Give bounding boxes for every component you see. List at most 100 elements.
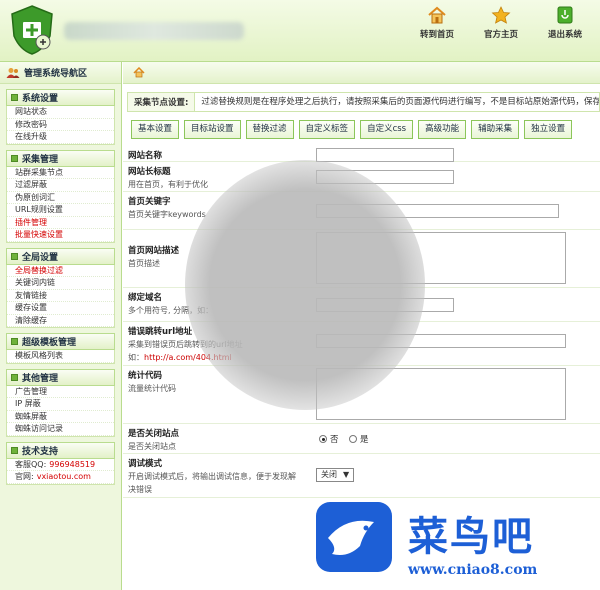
sidebar-group-header[interactable]: 系统设置 [6,89,115,106]
watermark-url: www.cniao8.com [408,562,538,578]
tab-1[interactable]: 目标站设置 [184,120,241,139]
sidebar-item[interactable]: 伪原创词汇 [7,192,114,204]
tab-0[interactable]: 基本设置 [131,120,180,139]
label-close-site: 是否关闭站点 [128,429,180,439]
tab-7[interactable]: 独立设置 [524,120,573,139]
sidebar-item[interactable]: 客服QQ: 996948519 [7,459,114,471]
sidebar-item[interactable]: 站群采集节点 [7,167,114,179]
users-icon [6,67,20,78]
square-bullet-icon [11,154,18,162]
watermark-brand: 菜鸟吧 [408,513,534,560]
sidebar-item-label: 客服QQ: [15,459,47,469]
sidebar-item[interactable]: 缓存设置 [7,302,114,315]
row-close-site: 是否关闭站点 是否关闭站点 否 是 [123,424,600,454]
sidebar-item-label: 修改密码 [15,119,47,129]
tab-2[interactable]: 替换过滤 [245,120,294,139]
sidebar-item[interactable]: 广告管理 [7,386,114,398]
radio-close-yes[interactable]: 是 [349,433,369,445]
tab-3[interactable]: 自定义标签 [298,120,356,139]
sidebar-item[interactable]: 蜘蛛屏蔽 [7,411,114,423]
sidebar: 管理系统导航区 系统设置网站状态修改密码在线升级采集管理 站群采集节点过滤屏蔽 伪原… [0,62,122,590]
sidebar-group-items: 网站状态修改密码在线升级 [6,106,115,145]
sidebar-item[interactable]: 插件管理 [7,217,114,229]
tab-5[interactable]: 高级功能 [418,120,467,139]
blurred-site-title [64,22,244,40]
sidebar-group-title: 系统设置 [22,94,59,104]
nav-exit[interactable]: 退出系统 [540,6,590,40]
site-name-input[interactable] [316,148,454,162]
sidebar-group-header[interactable]: 技术支持 [6,441,115,459]
debug-select[interactable]: 关闭 ▼ [316,468,355,482]
sidebar-item[interactable]: 友情链接 [7,290,114,302]
sidebar-group: 系统设置网站状态修改密码在线升级 [6,89,115,145]
sidebar-group-items: 全局替换过滤 关键词内链 友情链接缓存设置 清除缓存 [6,264,115,328]
sidebar-item[interactable]: 关键词内链 [7,277,114,290]
radio-yes-dot[interactable] [349,435,357,443]
sidebar-item-label: 插件管理 [15,217,47,227]
sidebar-item[interactable]: 过滤屏蔽 [7,179,114,192]
sidebar-item[interactable]: 官网: vxiaotou.com [7,471,114,484]
sidebar-group-title: 技术支持 [22,446,59,457]
sidebar-item[interactable]: 模板风格列表 [7,350,114,363]
sidebar-item-label: 伪原创词汇 [15,192,55,202]
breadcrumb [123,62,600,84]
sidebar-group-header[interactable]: 其他管理 [6,368,115,386]
nav-home[interactable]: 转到首页 [412,6,462,40]
sidebar-group-items: 客服QQ: 996948519 官网: vxiaotou.com [6,458,115,485]
sidebar-item[interactable]: 修改密码 [7,119,114,131]
sidebar-item-label: URL规则设置 [15,205,63,214]
home-icon[interactable] [133,67,145,78]
sidebar-item[interactable]: 清除缓存 [7,315,114,327]
notice-bar: 采集节点设置: 过滤替换规则是在程序处理之后执行，请按照采集后的页面源代码进行编… [127,92,600,112]
tab-bar: 基本设置 目标站设置 替换过滤 自定义标签 自定义css 高级功能 辅助采集 独立设置 [131,120,573,139]
sidebar-title-label: 管理系统导航区 [24,69,88,79]
sidebar-item[interactable]: 蜘蛛访问记录 [7,423,114,436]
radio-yes-label: 是 [360,435,369,445]
sidebar-group: 采集管理 站群采集节点过滤屏蔽 伪原创词汇 URL规则设置 插件管理批量快速设置 [6,149,115,243]
sidebar-item[interactable]: IP 屏蔽 [7,398,114,411]
exit-icon [557,6,573,24]
top-nav: 转到首页 官方主页 退出系统 [412,6,590,40]
sidebar-group-items: 广告管理 IP 屏蔽蜘蛛屏蔽蜘蛛访问记录 [6,385,115,437]
sidebar-item[interactable]: 全局替换过滤 [7,265,114,277]
row-debug: 调试模式 开启调试模式后，将输出调试信息，便于发现解 决错误 关闭 ▼ [123,454,600,498]
sidebar-group: 全局设置 全局替换过滤 关键词内链 友情链接缓存设置 清除缓存 [6,247,115,328]
sidebar-group: 技术支持 客服QQ: 996948519 官网: vxiaotou.com [6,441,115,485]
tab-4[interactable]: 自定义css [360,120,414,139]
sidebar-group-header[interactable]: 全局设置 [6,247,115,265]
header: 转到首页 官方主页 退出系统 [0,0,600,62]
radio-no-dot[interactable] [319,435,327,443]
desc-close-site: 是否关闭站点 [128,442,176,451]
sidebar-item-label: 友情链接 [15,290,47,300]
sidebar-item-label: 蜘蛛访问记录 [15,424,63,433]
radio-close-no[interactable]: 否 [319,433,339,445]
sidebar-item[interactable]: 在线升级 [7,131,114,144]
sidebar-item-label: 网站状态 [15,107,47,116]
privacy-blur-overlay [185,160,425,410]
nav-official-label: 官方主页 [483,30,518,40]
nav-exit-label: 退出系统 [547,30,582,40]
bird-icon [328,520,374,555]
sidebar-item[interactable]: 网站状态 [7,106,114,119]
sidebar-item-label: IP 屏蔽 [15,399,41,408]
sidebar-title: 管理系统导航区 [0,62,121,84]
sidebar-group-header[interactable]: 采集管理 [6,149,115,167]
sidebar-item-value: 996948519 [49,459,96,469]
sidebar-item-label: 蜘蛛屏蔽 [15,411,47,421]
sidebar-item[interactable]: 批量快速设置 [7,229,114,242]
desc-debug-2: 决错误 [128,485,152,494]
sidebar-item-label: 模板风格列表 [15,351,63,360]
home-icon [428,6,446,24]
sidebar-group-title: 超级模板管理 [22,338,77,348]
sidebar-item-label: 站群采集节点 [15,167,63,177]
label-debug: 调试模式 [128,459,163,469]
tab-6[interactable]: 辅助采集 [471,120,520,139]
sidebar-item-label: 清除缓存 [15,315,47,325]
sidebar-group-header[interactable]: 超级模板管理 [6,333,115,350]
sidebar-item-label: 官网: [15,472,34,481]
square-bullet-icon [11,94,18,101]
sidebar-item[interactable]: URL规则设置 [7,204,114,217]
chevron-down-icon: ▼ [343,470,350,479]
watermark: 菜鸟吧 www.cniao8.com [312,500,600,590]
nav-official[interactable]: 官方主页 [476,6,526,40]
